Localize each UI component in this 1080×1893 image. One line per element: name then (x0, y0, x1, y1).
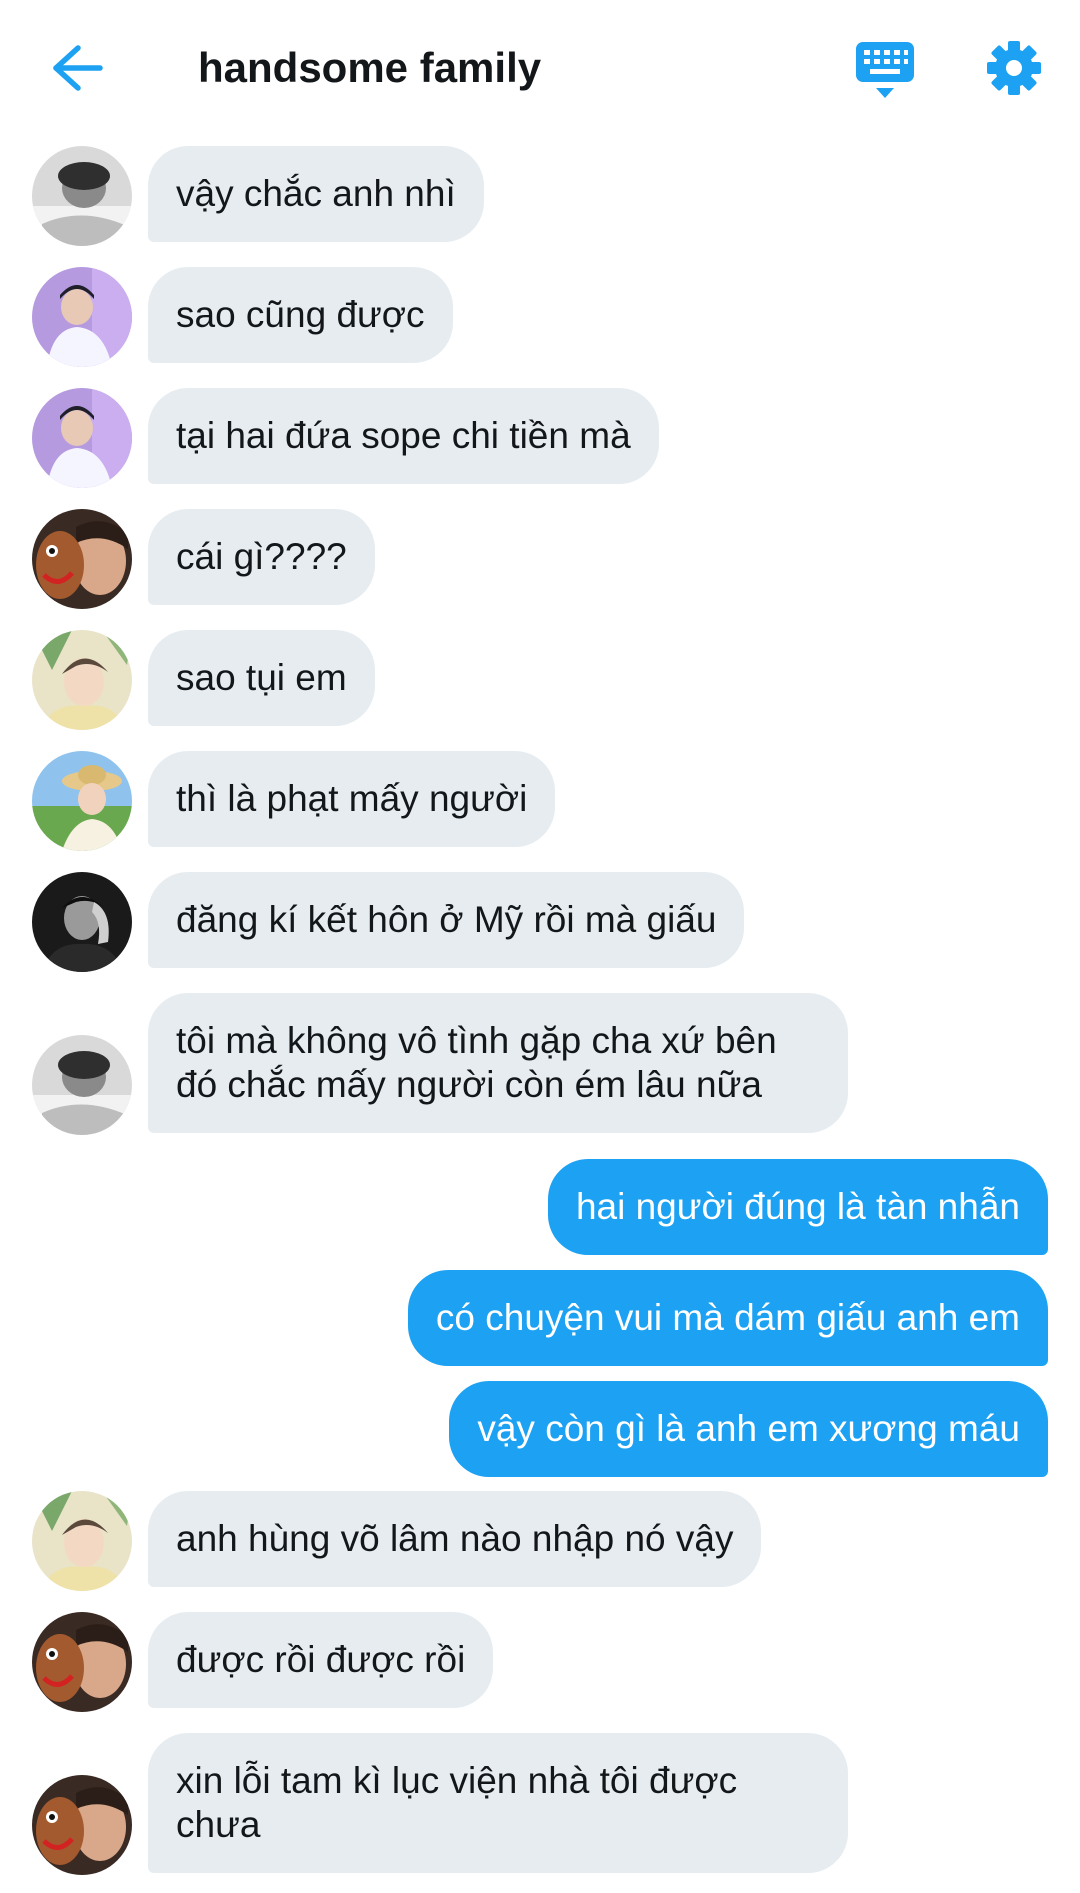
avatar[interactable] (32, 146, 132, 246)
avatar[interactable] (32, 872, 132, 972)
message-bubble[interactable]: thì là phạt mấy người (148, 751, 556, 847)
avatar[interactable] (32, 509, 132, 609)
chat-screen: handsome family vậy chắc anh nhì sao cũn… (0, 0, 1080, 1893)
message-bubble[interactable]: tại hai đứa sope chi tiền mà (148, 388, 659, 484)
message-bubble-outgoing[interactable]: có chuyện vui mà dám giấu anh em (407, 1270, 1048, 1366)
avatar[interactable] (32, 1612, 132, 1712)
avatar[interactable] (32, 267, 132, 367)
message-thread[interactable]: vậy chắc anh nhì sao cũng được tại hai đ… (0, 0, 1080, 1893)
avatar[interactable] (32, 1775, 132, 1875)
avatar[interactable] (32, 630, 132, 730)
message-bubble[interactable]: tôi mà không vô tình gặp cha xứ bên đó c… (148, 993, 848, 1133)
message-bubble-outgoing[interactable]: vậy còn gì là anh em xương máu (449, 1381, 1048, 1477)
message-bubble[interactable]: vậy chắc anh nhì (148, 146, 484, 242)
avatar[interactable] (32, 1491, 132, 1591)
message-bubble[interactable]: xin lỗi tam kì lục viện nhà tôi được chư… (148, 1733, 848, 1873)
avatar[interactable] (32, 388, 132, 488)
message-bubble[interactable]: sao tụi em (148, 630, 375, 726)
message-bubble[interactable]: anh hùng võ lâm nào nhập nó vậy (148, 1491, 762, 1587)
message-bubble[interactable]: sao cũng được (148, 267, 453, 363)
message-bubble[interactable]: đăng kí kết hôn ở Mỹ rồi mà giấu (148, 872, 745, 968)
avatar[interactable] (32, 1035, 132, 1135)
message-bubble-outgoing[interactable]: hai người đúng là tàn nhẫn (547, 1159, 1048, 1255)
message-bubble[interactable]: cái gì???? (148, 509, 375, 605)
avatar[interactable] (32, 751, 132, 851)
message-bubble[interactable]: được rồi được rồi (148, 1612, 494, 1708)
